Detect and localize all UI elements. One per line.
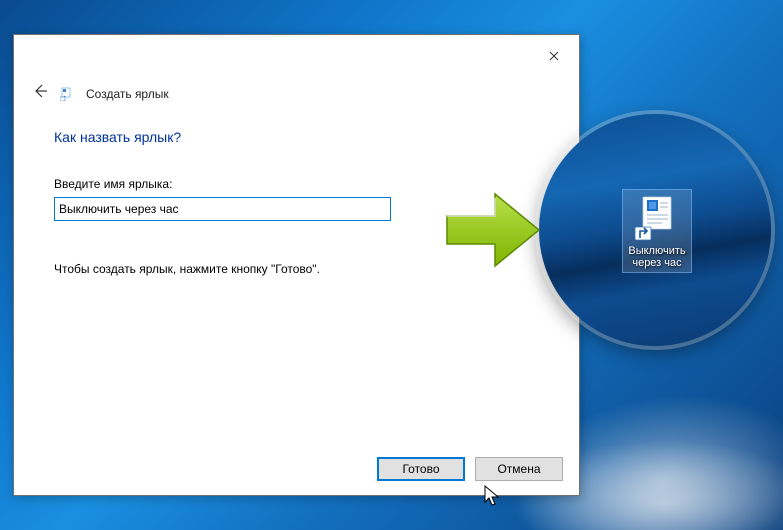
desktop-shortcut-tile[interactable]: Выключить через час	[622, 189, 692, 273]
name-field-label: Введите имя ярлыка:	[54, 177, 172, 191]
shortcut-mini-icon	[60, 87, 74, 101]
dialog-title: Создать ярлык	[86, 87, 169, 101]
back-arrow-icon[interactable]	[32, 83, 48, 104]
shortcut-label-line2: через час	[628, 257, 685, 269]
dialog-buttons: Готово Отмена	[377, 457, 563, 481]
shortcut-name-input[interactable]	[54, 197, 391, 221]
create-shortcut-dialog: Создать ярлык Как назвать ярлык? Введите…	[13, 34, 580, 496]
cancel-button[interactable]: Отмена	[475, 457, 563, 481]
finish-button[interactable]: Готово	[377, 457, 465, 481]
close-button[interactable]	[539, 43, 569, 69]
close-icon	[549, 48, 559, 64]
dialog-header: Создать ярлык	[32, 83, 169, 104]
shortcut-label-line1: Выключить	[628, 245, 685, 257]
stage: Создать ярлык Как назвать ярлык? Введите…	[0, 0, 783, 530]
shortcut-file-icon	[633, 194, 681, 242]
dialog-question: Как назвать ярлык?	[54, 129, 181, 145]
dialog-hint: Чтобы создать ярлык, нажмите кнопку "Гот…	[54, 262, 320, 276]
shortcut-label: Выключить через час	[628, 245, 685, 269]
desktop-zoom-preview: Выключить через час	[539, 114, 771, 346]
